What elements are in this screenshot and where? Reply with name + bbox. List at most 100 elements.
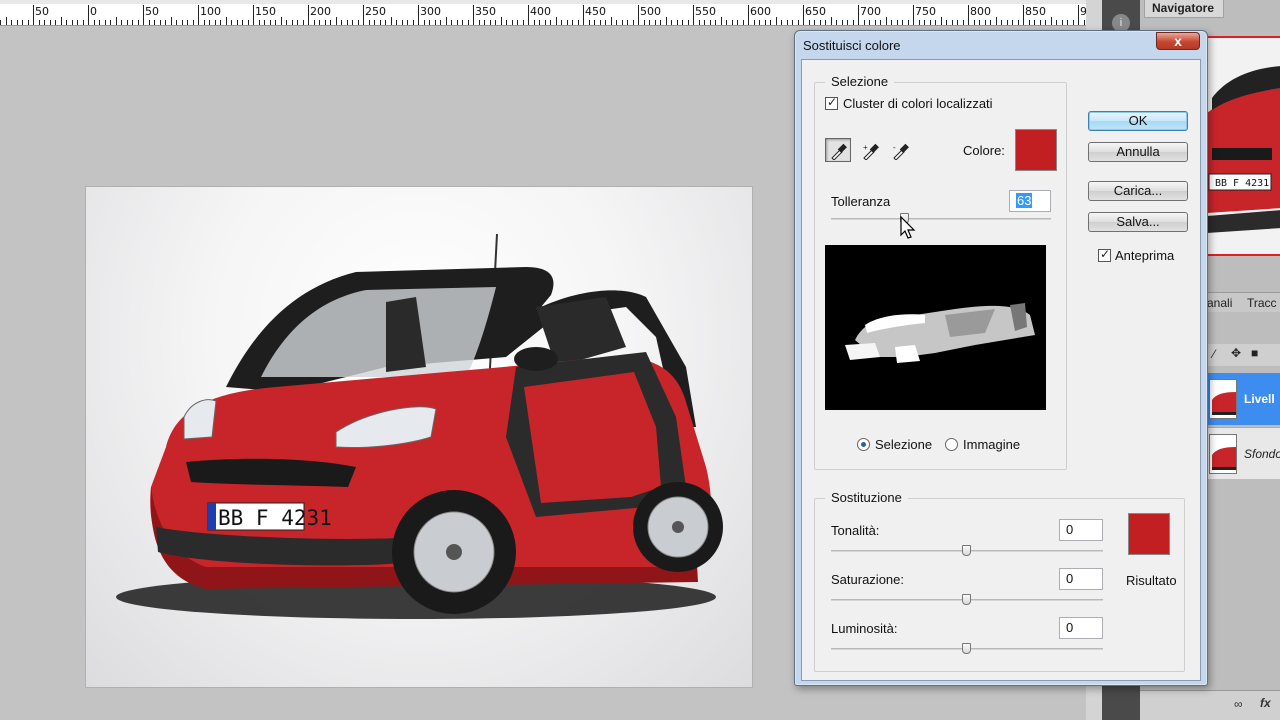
load-button[interactable]: Carica... bbox=[1088, 181, 1188, 201]
eyedropper-plus-tool[interactable]: + bbox=[857, 138, 883, 162]
ruler-tick bbox=[754, 20, 755, 25]
ruler-label: 550 bbox=[695, 5, 716, 18]
ruler-tick bbox=[105, 20, 106, 25]
ruler-tick bbox=[594, 20, 595, 25]
hue-slider-thumb[interactable] bbox=[962, 545, 971, 556]
image-radio[interactable] bbox=[945, 438, 958, 451]
eyedropper-tool[interactable] bbox=[825, 138, 851, 162]
ruler-tick bbox=[160, 20, 161, 25]
tolerance-slider[interactable] bbox=[831, 213, 1051, 225]
ruler-tick bbox=[1045, 20, 1046, 25]
ruler-tick bbox=[974, 20, 975, 25]
ruler-tick bbox=[842, 20, 843, 25]
ruler-tick bbox=[248, 20, 249, 25]
ruler-tick bbox=[72, 20, 73, 25]
ruler-label: 800 bbox=[970, 5, 991, 18]
ruler-tick bbox=[765, 20, 766, 25]
ruler-tick bbox=[468, 20, 469, 25]
ruler-tick bbox=[715, 20, 716, 25]
ruler-tick bbox=[204, 20, 205, 25]
navigator-tab[interactable]: Navigatore bbox=[1144, 0, 1224, 18]
layer-row-background[interactable]: Sfondo bbox=[1205, 427, 1280, 479]
move-lock-icon[interactable]: ✥ bbox=[1231, 346, 1241, 360]
preview-label: Anteprima bbox=[1115, 248, 1175, 263]
result-color-swatch[interactable] bbox=[1128, 513, 1170, 555]
mask-preview-image bbox=[845, 303, 1035, 363]
ruler-tick bbox=[336, 17, 337, 25]
ruler-tick bbox=[83, 20, 84, 25]
selection-color-swatch[interactable] bbox=[1015, 129, 1057, 171]
ruler-tick bbox=[176, 20, 177, 25]
save-button[interactable]: Salva... bbox=[1088, 212, 1188, 232]
ruler-tick bbox=[847, 20, 848, 25]
ruler-tick bbox=[319, 20, 320, 25]
ruler-label: 50 bbox=[145, 5, 159, 18]
car-door bbox=[524, 372, 661, 503]
ruler-tick bbox=[121, 20, 122, 25]
ruler-tick bbox=[1040, 20, 1041, 25]
hue-input[interactable]: 0 bbox=[1059, 519, 1103, 541]
localized-clusters-checkbox[interactable] bbox=[825, 95, 838, 110]
fx-icon[interactable]: fx bbox=[1260, 696, 1271, 710]
close-button[interactable]: x bbox=[1156, 32, 1200, 50]
ruler-tick bbox=[1001, 20, 1002, 25]
ok-button[interactable]: OK bbox=[1088, 111, 1188, 131]
ruler-tick bbox=[550, 20, 551, 25]
layer-name: Sfondo bbox=[1244, 447, 1280, 461]
saturation-slider[interactable] bbox=[831, 594, 1103, 606]
ruler-tick bbox=[869, 20, 870, 25]
lightness-slider[interactable] bbox=[831, 643, 1103, 655]
cancel-button[interactable]: Annulla bbox=[1088, 142, 1188, 162]
replacement-group-label: Sostituzione bbox=[825, 490, 908, 505]
brush-lock-icon[interactable]: ⁄ bbox=[1213, 347, 1215, 361]
nav-plate-text: BB F 4231 bbox=[1215, 178, 1269, 189]
lightness-input[interactable]: 0 bbox=[1059, 617, 1103, 639]
ruler-tick bbox=[352, 20, 353, 25]
eyedropper-minus-tool[interactable]: - bbox=[887, 138, 913, 162]
ruler-tick bbox=[721, 17, 722, 25]
lock-icon[interactable]: ■ bbox=[1251, 346, 1258, 360]
ruler-tick bbox=[215, 20, 216, 25]
ruler-tick bbox=[143, 5, 144, 25]
navigator-thumbnail[interactable]: BB F 4231 bbox=[1205, 36, 1280, 256]
ruler-tick bbox=[963, 20, 964, 25]
saturation-label: Saturazione: bbox=[831, 572, 904, 587]
ruler-tick bbox=[94, 20, 95, 25]
ruler-tick bbox=[660, 20, 661, 25]
saturation-slider-thumb[interactable] bbox=[962, 594, 971, 605]
lightness-slider-thumb[interactable] bbox=[962, 643, 971, 654]
ruler-tick bbox=[490, 20, 491, 25]
ruler-tick bbox=[1084, 20, 1085, 25]
ruler-tick bbox=[187, 20, 188, 25]
ruler-tick bbox=[825, 20, 826, 25]
tolerance-input[interactable]: 63 bbox=[1009, 190, 1051, 212]
ruler-tick bbox=[495, 20, 496, 25]
ruler-tick bbox=[649, 20, 650, 25]
ruler-tick bbox=[1034, 20, 1035, 25]
ruler-tick bbox=[908, 20, 909, 25]
car-photo[interactable]: BB F 4231 bbox=[86, 187, 752, 687]
ruler-tick bbox=[985, 20, 986, 25]
link-layers-icon[interactable]: ∞ bbox=[1234, 697, 1243, 711]
hue-slider[interactable] bbox=[831, 545, 1103, 557]
ruler-tick bbox=[413, 20, 414, 25]
layer-row-selected[interactable]: Livell bbox=[1205, 373, 1280, 425]
ruler-tick bbox=[506, 20, 507, 25]
selection-radio[interactable] bbox=[857, 438, 870, 451]
ruler-tick bbox=[979, 20, 980, 25]
ruler-tick bbox=[374, 20, 375, 25]
ruler-tick bbox=[347, 20, 348, 25]
preview-checkbox[interactable] bbox=[1098, 247, 1111, 262]
ruler-tick bbox=[138, 20, 139, 25]
ruler-tick bbox=[572, 20, 573, 25]
ruler-tick bbox=[479, 20, 480, 25]
dialog-title: Sostituisci colore bbox=[803, 38, 901, 53]
hue-value: 0 bbox=[1066, 522, 1074, 537]
ruler-tick bbox=[528, 5, 529, 25]
ruler-tick bbox=[770, 20, 771, 25]
image-radio-label: Immagine bbox=[963, 437, 1021, 452]
tab-paths[interactable]: Tracc bbox=[1247, 296, 1277, 310]
tab-channels[interactable]: anali bbox=[1207, 296, 1232, 310]
saturation-input[interactable]: 0 bbox=[1059, 568, 1103, 590]
result-label: Risultato bbox=[1126, 573, 1177, 588]
